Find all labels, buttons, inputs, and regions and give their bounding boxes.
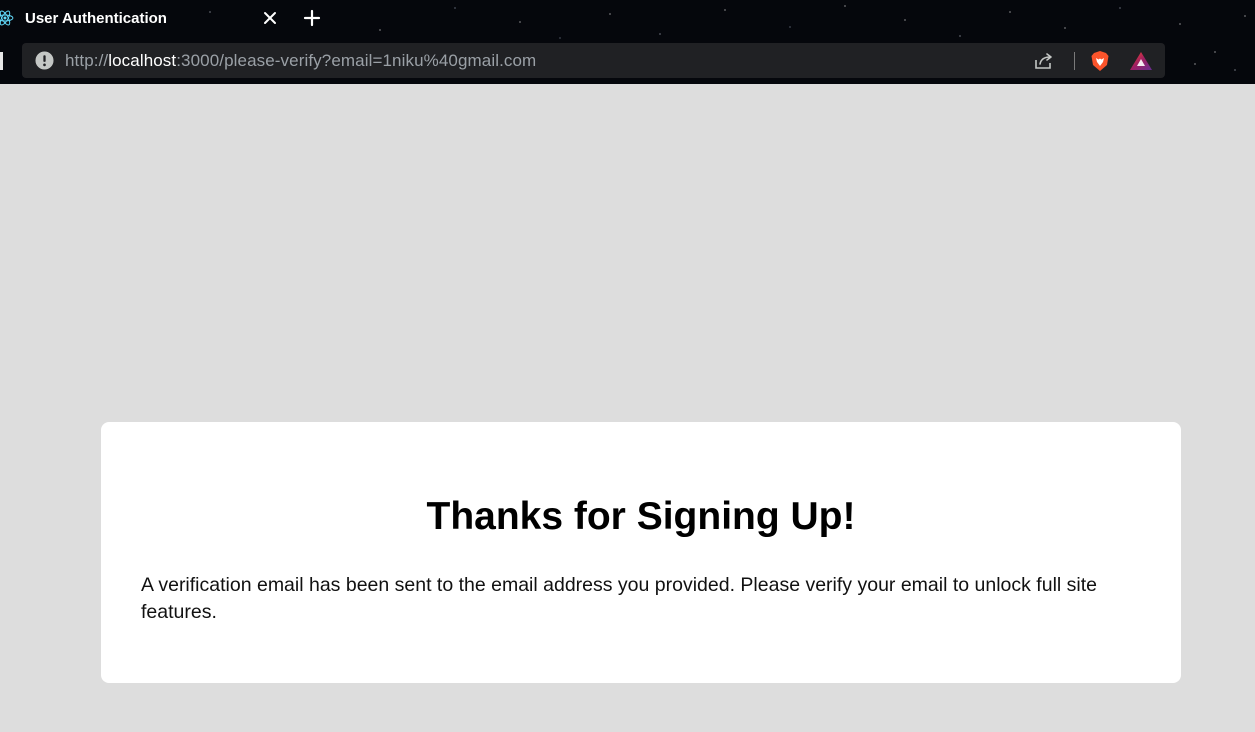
info-warning-icon[interactable] xyxy=(35,51,54,70)
verification-message: A verification email has been sent to th… xyxy=(141,574,1097,623)
tab-user-authentication[interactable]: User Authentication xyxy=(0,0,290,38)
tab-title: User Authentication xyxy=(25,10,167,27)
close-icon[interactable] xyxy=(262,10,278,26)
url-path: :3000/please-verify?email=1niku%40gmail.… xyxy=(176,51,537,70)
url-scheme: http:// xyxy=(65,51,109,70)
brave-rewards-icon[interactable] xyxy=(1129,51,1153,71)
new-tab-plus-icon[interactable] xyxy=(303,9,321,27)
sidebar-edge xyxy=(0,52,3,70)
url-text[interactable]: http://localhost:3000/please-verify?emai… xyxy=(65,51,536,71)
browser-chrome: User Authentication http://localhost:300… xyxy=(0,0,1255,84)
page-title: Thanks for Signing Up! xyxy=(426,495,856,538)
address-bar[interactable]: http://localhost:3000/please-verify?emai… xyxy=(22,43,1165,78)
url-host: localhost xyxy=(108,51,177,70)
confirmation-card: Thanks for Signing Up! A verification em… xyxy=(101,422,1181,683)
brave-shields-icon[interactable] xyxy=(1089,50,1111,72)
react-logo-icon xyxy=(0,10,14,26)
share-icon[interactable] xyxy=(1034,52,1054,70)
toolbar-separator xyxy=(1074,52,1075,70)
